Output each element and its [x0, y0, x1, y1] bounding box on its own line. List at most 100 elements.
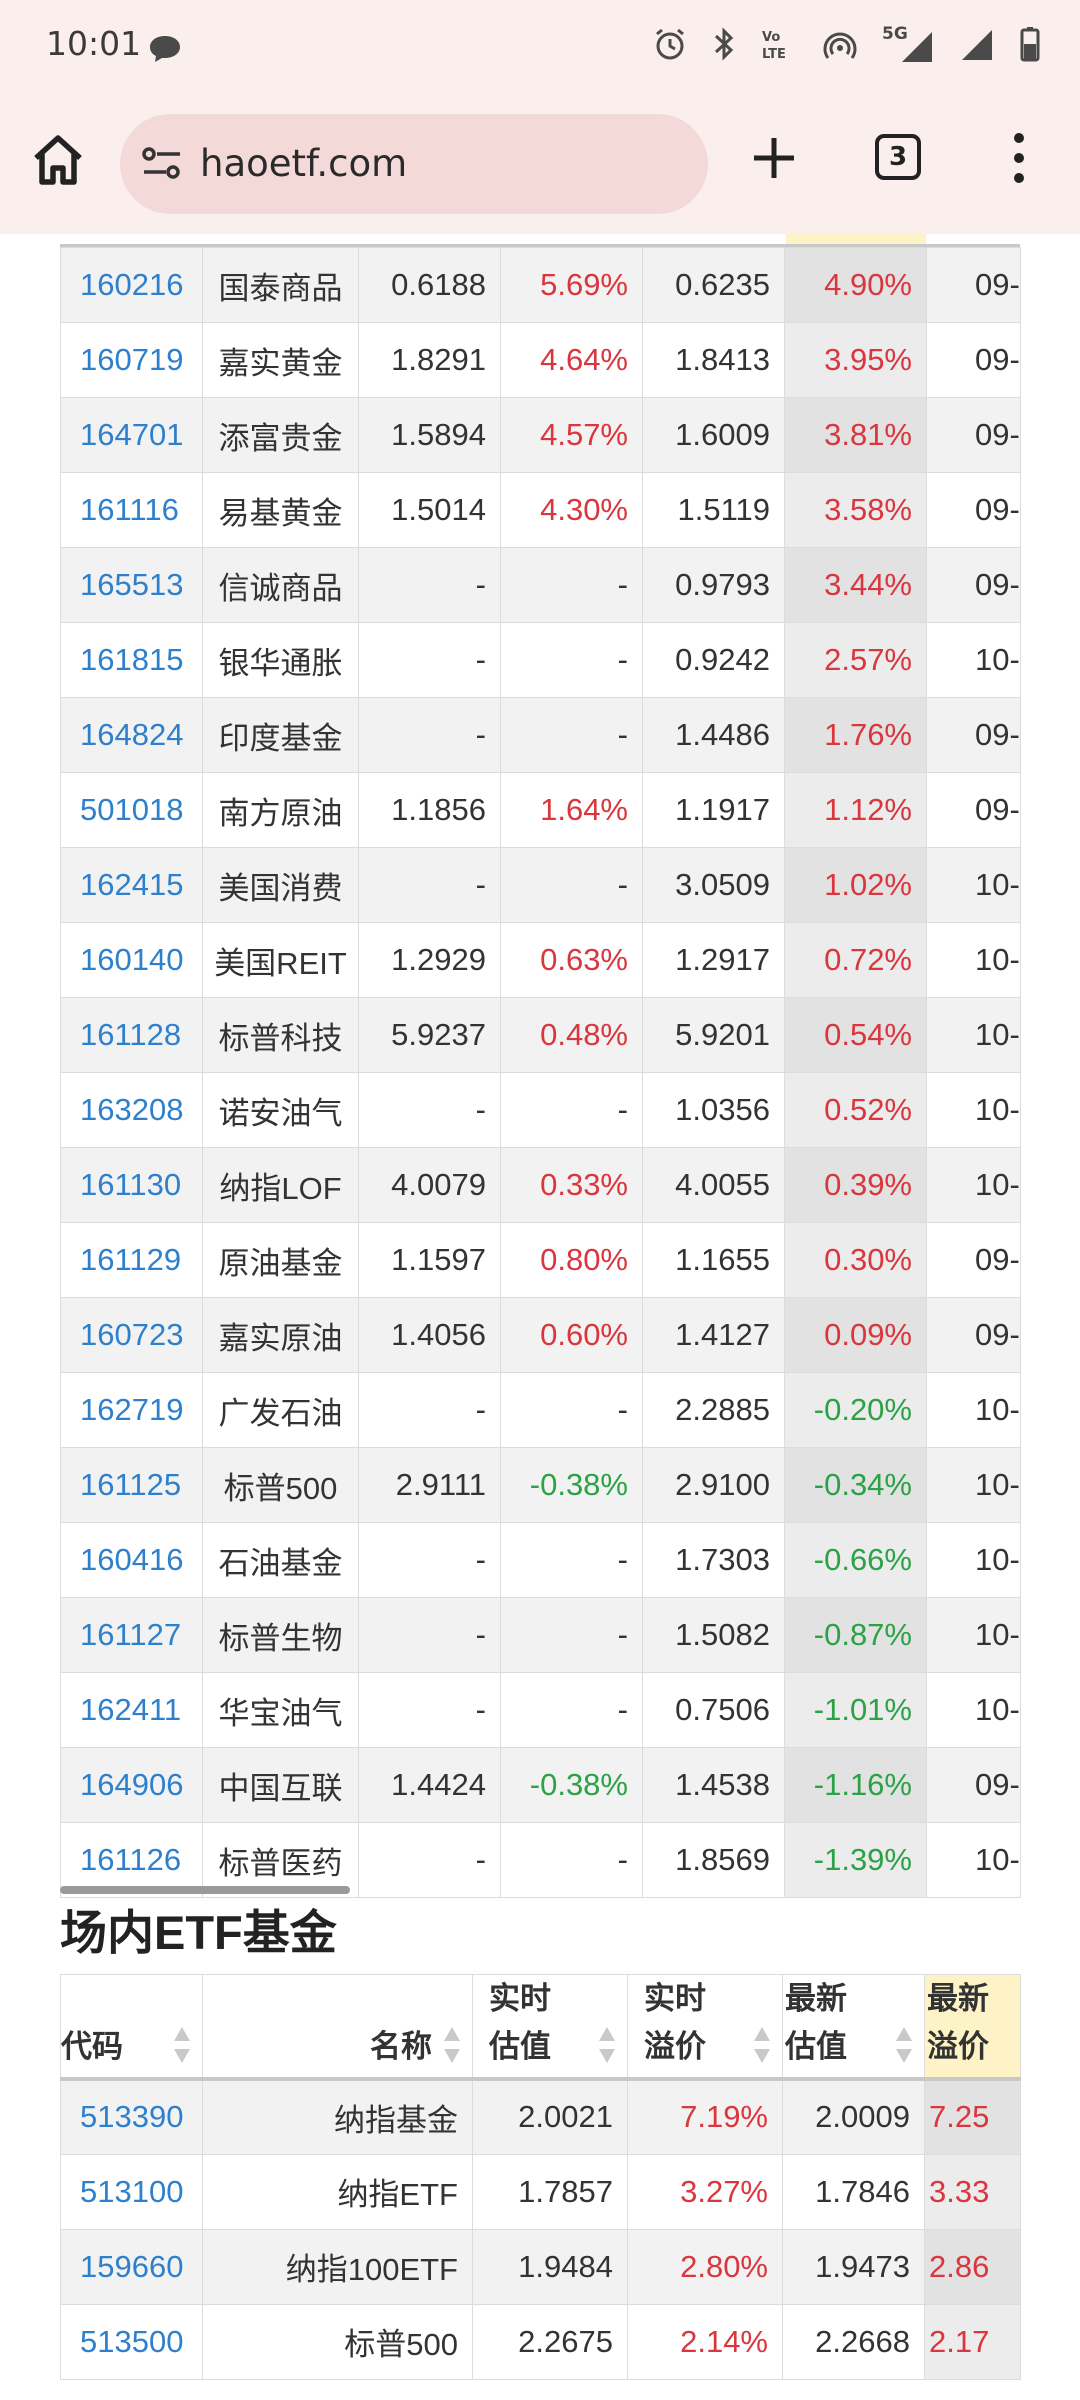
fund-code-link[interactable]: 165513	[60, 547, 203, 623]
fund-code-link[interactable]: 162411	[60, 1672, 203, 1748]
fund-code-link[interactable]: 513100	[60, 2153, 203, 2230]
latest-nav: 2.9100	[642, 1447, 785, 1523]
realtime-nav: 1.5894	[358, 397, 501, 473]
page-content[interactable]: 160216 国泰商品 0.6188 5.69% 0.6235 4.90% 09- 16071…	[0, 234, 1080, 2400]
fund-code-link[interactable]: 160416	[60, 1522, 203, 1598]
new-tab-button[interactable]	[748, 132, 800, 184]
latest-premium: 0.30%	[784, 1222, 927, 1298]
nav-date: 10-	[926, 622, 1021, 698]
latest-premium: -0.34%	[784, 1447, 927, 1523]
nav-date: 09-	[926, 247, 1021, 323]
fund-name: 标普生物	[202, 1597, 359, 1673]
table-row: 160723 嘉实原油 1.4056 0.60% 1.4127 0.09% 09-	[60, 1297, 1021, 1373]
bluetooth-icon	[712, 26, 736, 66]
latest-premium: 2.17	[924, 2303, 1021, 2380]
realtime-premium: 0.63%	[500, 922, 643, 998]
realtime-nav: 2.9111	[358, 1447, 501, 1523]
latest-premium: 3.81%	[784, 397, 927, 473]
fund-code-link[interactable]: 160140	[60, 922, 203, 998]
latest-nav: 4.0055	[642, 1147, 785, 1223]
nav-date: 10-	[926, 1147, 1021, 1223]
fund-code-link[interactable]: 160719	[60, 322, 203, 398]
fund-code-link[interactable]: 161127	[60, 1597, 203, 1673]
fund-code-link[interactable]: 513500	[60, 2303, 203, 2380]
realtime-premium: -	[500, 697, 643, 773]
realtime-premium: -	[500, 1372, 643, 1448]
fund-code-link[interactable]: 161815	[60, 622, 203, 698]
lof-fund-table: 160216 国泰商品 0.6188 5.69% 0.6235 4.90% 09- 16071…	[60, 247, 1021, 1898]
nav-date: 10-	[926, 1597, 1021, 1673]
realtime-premium: 7.19%	[627, 2078, 783, 2155]
fund-code-link[interactable]: 164906	[60, 1747, 203, 1823]
header-name[interactable]: 名称	[202, 1974, 473, 2081]
header-latest-nav[interactable]: 最新 估值	[782, 1974, 925, 2081]
realtime-premium: 1.64%	[500, 772, 643, 848]
latest-nav: 1.8413	[642, 322, 785, 398]
fund-code-link[interactable]: 159660	[60, 2228, 203, 2305]
realtime-nav: 1.4056	[358, 1297, 501, 1373]
latest-premium: -1.39%	[784, 1822, 927, 1898]
fund-code-link[interactable]: 162415	[60, 847, 203, 923]
sort-icon	[896, 2027, 912, 2063]
fund-code-link[interactable]: 164701	[60, 397, 203, 473]
horizontal-scroll-indicator[interactable]	[60, 1886, 350, 1894]
table-row: 160216 国泰商品 0.6188 5.69% 0.6235 4.90% 09-	[60, 247, 1021, 323]
fund-name: 嘉实原油	[202, 1297, 359, 1373]
nav-date: 09-	[926, 1747, 1021, 1823]
fund-name: 标普科技	[202, 997, 359, 1073]
realtime-premium: 4.30%	[500, 472, 643, 548]
latest-premium: 2.86	[924, 2228, 1021, 2305]
status-bar: 10:01 Vo LTE 5G	[0, 0, 1080, 92]
more-menu-button[interactable]	[1004, 126, 1034, 190]
table-row: 161125 标普500 2.9111 -0.38% 2.9100 -0.34% 10-	[60, 1447, 1021, 1523]
latest-nav: 1.5082	[642, 1597, 785, 1673]
latest-nav: 2.2668	[782, 2303, 925, 2380]
tab-switcher-button[interactable]: 3	[875, 134, 921, 180]
home-button[interactable]	[28, 130, 88, 190]
header-code[interactable]: 代码	[60, 1974, 203, 2081]
latest-nav: 0.9793	[642, 547, 785, 623]
svg-text:LTE: LTE	[762, 47, 786, 62]
address-bar[interactable]: haoetf.com	[120, 114, 708, 214]
table-row: 513500 标普500 2.2675 2.14% 2.2668 2.17	[60, 2303, 1021, 2380]
svg-text:Vo: Vo	[762, 30, 780, 45]
fund-code-link[interactable]: 501018	[60, 772, 203, 848]
fund-code-link[interactable]: 160216	[60, 247, 203, 323]
nav-date: 10-	[926, 1372, 1021, 1448]
header-rt-nav[interactable]: 实时 估值	[472, 1974, 628, 2081]
fund-code-link[interactable]: 162719	[60, 1372, 203, 1448]
table-row: 160416 石油基金 - -1.7303 -0.66% 10-	[60, 1522, 1021, 1598]
fund-code-link[interactable]: 164824	[60, 697, 203, 773]
site-settings-icon[interactable]	[140, 142, 184, 190]
table-row: 161116 易基黄金 1.5014 4.30% 1.5119 3.58% 09-	[60, 472, 1021, 548]
latest-nav: 1.4127	[642, 1297, 785, 1373]
fund-code-link[interactable]: 161125	[60, 1447, 203, 1523]
fund-code-link[interactable]: 161129	[60, 1222, 203, 1298]
latest-premium: -0.66%	[784, 1522, 927, 1598]
fund-code-link[interactable]: 513390	[60, 2078, 203, 2155]
fund-code-link[interactable]: 161128	[60, 997, 203, 1073]
status-time: 10:01	[46, 24, 142, 63]
header-latest-prem[interactable]: 最新 溢价	[924, 1974, 1021, 2081]
fund-code-link[interactable]: 160723	[60, 1297, 203, 1373]
realtime-nav: -	[358, 547, 501, 623]
fund-code-link[interactable]: 161116	[60, 472, 203, 548]
fund-name: 纳指基金	[202, 2078, 473, 2155]
table-row: 160140 美国REIT 1.2929 0.63% 1.2917 0.72% 10-	[60, 922, 1021, 998]
realtime-premium: -0.38%	[500, 1447, 643, 1523]
latest-nav: 1.4486	[642, 697, 785, 773]
header-rt-prem[interactable]: 实时 溢价	[627, 1974, 783, 2081]
url-text[interactable]: haoetf.com	[200, 142, 407, 185]
latest-premium: 3.58%	[784, 472, 927, 548]
realtime-premium: -	[500, 847, 643, 923]
nav-date: 10-	[926, 1522, 1021, 1598]
fund-code-link[interactable]: 161130	[60, 1147, 203, 1223]
fund-name: 美国消费	[202, 847, 359, 923]
nav-date: 09-	[926, 472, 1021, 548]
fund-code-link[interactable]: 163208	[60, 1072, 203, 1148]
fund-name: 纳指LOF	[202, 1147, 359, 1223]
fund-name: 易基黄金	[202, 472, 359, 548]
realtime-nav: 1.5014	[358, 472, 501, 548]
latest-premium: 0.09%	[784, 1297, 927, 1373]
fund-name: 华宝油气	[202, 1672, 359, 1748]
